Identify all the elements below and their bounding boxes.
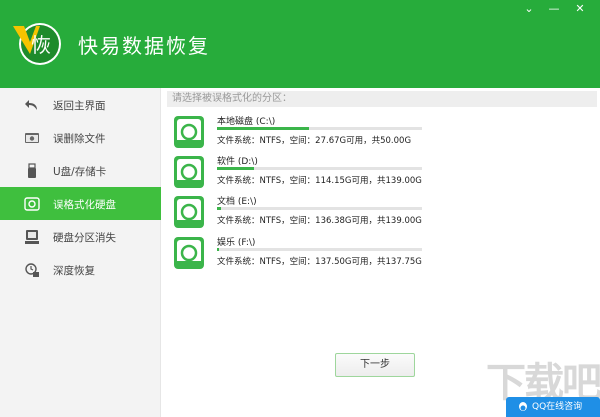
sidebar: 返回主界面 误删除文件 U盘/存储卡 误格式化硬盘 硬盘分区消失 深度恢复 xyxy=(0,88,161,417)
sidebar-item-label: 误格式化硬盘 xyxy=(53,199,116,211)
sidebar-item-label: U盘/存储卡 xyxy=(53,166,107,178)
sidebar-item-label: 误删除文件 xyxy=(53,133,106,145)
qq-penguin-icon xyxy=(519,402,527,411)
minimize-button[interactable]: — xyxy=(547,3,561,15)
app-logo: 恢 xyxy=(13,23,61,65)
drive-icon xyxy=(174,116,204,148)
sidebar-item-label: 深度恢复 xyxy=(53,265,95,277)
drive-item-d[interactable]: 软件 (D:\) 文件系统：NTFS，空间：114.15G可用，共139.00G xyxy=(170,153,590,191)
drive-info: 文件系统：NTFS，空间：137.50G可用，共137.75G xyxy=(217,257,422,267)
harddisk-icon xyxy=(24,197,40,211)
sidebar-item-back[interactable]: 返回主界面 xyxy=(0,88,161,121)
sidebar-item-formatted-disk[interactable]: 误格式化硬盘 xyxy=(0,187,161,220)
drive-item-c[interactable]: 本地磁盘 (C:\) 文件系统：NTFS，空间：27.67G可用，共50.00G xyxy=(170,113,590,151)
drive-item-e[interactable]: 文档 (E:\) 文件系统：NTFS，空间：136.38G可用，共139.00G xyxy=(170,193,590,231)
drive-name: 软件 (D:\) xyxy=(217,157,258,167)
usb-icon xyxy=(28,163,36,178)
usage-fill xyxy=(217,167,254,170)
usage-fill xyxy=(217,207,222,210)
drive-info: 文件系统：NTFS，空间：136.38G可用，共139.00G xyxy=(217,216,422,226)
usage-bar xyxy=(217,127,422,130)
collapse-button[interactable]: ⌄ xyxy=(522,3,536,15)
qq-consult-label: QQ在线咨询 xyxy=(532,402,583,412)
drive-name: 本地磁盘 (C:\) xyxy=(217,117,276,127)
sidebar-item-label: 硬盘分区消失 xyxy=(53,232,116,244)
partition-icon xyxy=(25,230,39,244)
back-arrow-icon xyxy=(25,100,37,110)
sidebar-item-usb[interactable]: U盘/存储卡 xyxy=(0,154,161,187)
drive-info: 文件系统：NTFS，空间：114.15G可用，共139.00G xyxy=(217,176,422,186)
logo-char: 恢 xyxy=(31,33,51,57)
deep-recovery-icon xyxy=(25,263,39,277)
usage-bar xyxy=(217,167,422,170)
qq-consult-button[interactable]: QQ在线咨询 xyxy=(506,397,600,417)
title-bar: 恢 快易数据恢复 ⌄ — ✕ xyxy=(0,0,600,88)
usage-fill xyxy=(217,127,310,130)
usage-bar xyxy=(217,248,422,251)
drive-icon xyxy=(174,156,204,188)
sidebar-item-deep-recovery[interactable]: 深度恢复 xyxy=(0,253,161,286)
drive-name: 文档 (E:\) xyxy=(217,197,257,207)
partition-prompt: 请选择被误格式化的分区： xyxy=(167,91,597,107)
usage-fill xyxy=(217,248,220,251)
drive-item-f[interactable]: 娱乐 (F:\) 文件系统：NTFS，空间：137.50G可用，共137.75G xyxy=(170,234,590,272)
usage-bar xyxy=(217,207,422,210)
drive-icon xyxy=(174,196,204,228)
sidebar-item-label: 返回主界面 xyxy=(53,100,106,112)
drive-icon xyxy=(174,237,204,269)
folder-icon xyxy=(25,133,39,143)
app-title: 快易数据恢复 xyxy=(78,34,210,58)
close-button[interactable]: ✕ xyxy=(573,3,587,15)
next-button[interactable]: 下一步 xyxy=(335,353,415,377)
drive-info: 文件系统：NTFS，空间：27.67G可用，共50.00G xyxy=(217,136,412,146)
sidebar-item-deleted-files[interactable]: 误删除文件 xyxy=(0,121,161,154)
drive-name: 娱乐 (F:\) xyxy=(217,238,256,248)
sidebar-item-lost-partition[interactable]: 硬盘分区消失 xyxy=(0,220,161,253)
